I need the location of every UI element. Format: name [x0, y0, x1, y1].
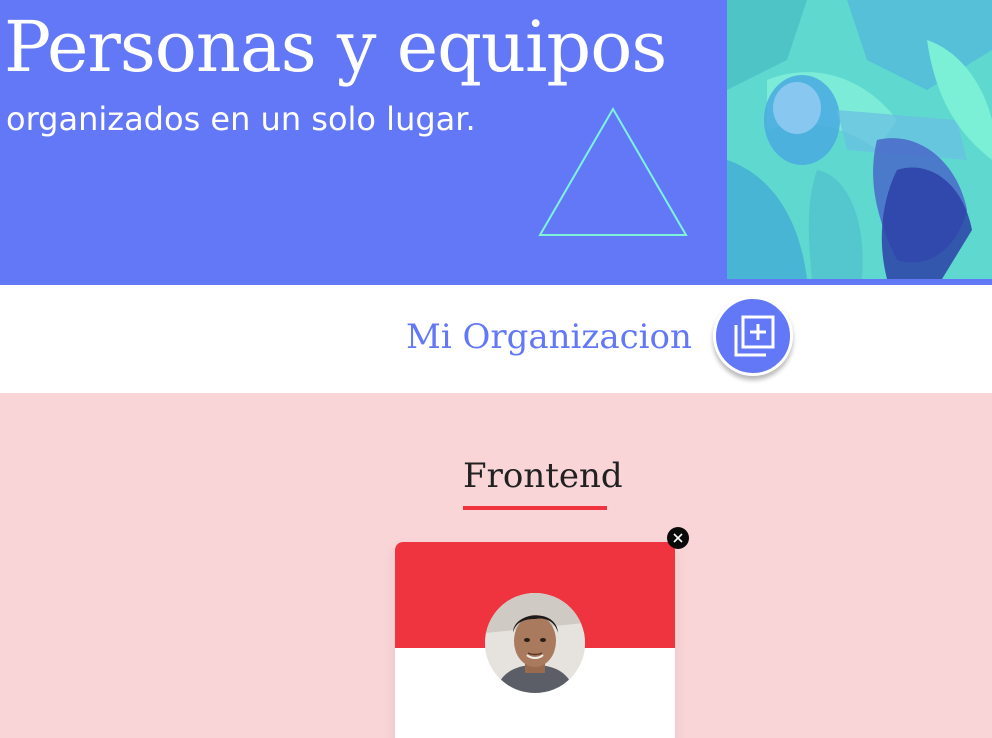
- delete-member-button[interactable]: [667, 527, 689, 549]
- team-section-frontend: Frontend: [0, 393, 992, 738]
- organization-bar: Mi Organizacion: [0, 285, 992, 393]
- triangle-decoration: [538, 107, 688, 236]
- close-icon: [673, 533, 683, 543]
- banner-subtitle: organizados en un solo lugar.: [6, 100, 476, 138]
- banner-team-photo: [727, 0, 992, 279]
- banner-title: Personas y equipos: [4, 6, 667, 88]
- organization-title: Mi Organizacion: [406, 317, 692, 357]
- banner: Personas y equipos organizados en un sol…: [0, 0, 992, 285]
- team-title: Frontend: [463, 456, 623, 496]
- add-team-button[interactable]: [713, 296, 793, 376]
- team-title-underline: [463, 506, 607, 510]
- add-copy-icon: [734, 315, 775, 357]
- member-card: [395, 542, 675, 738]
- member-avatar: [485, 593, 585, 693]
